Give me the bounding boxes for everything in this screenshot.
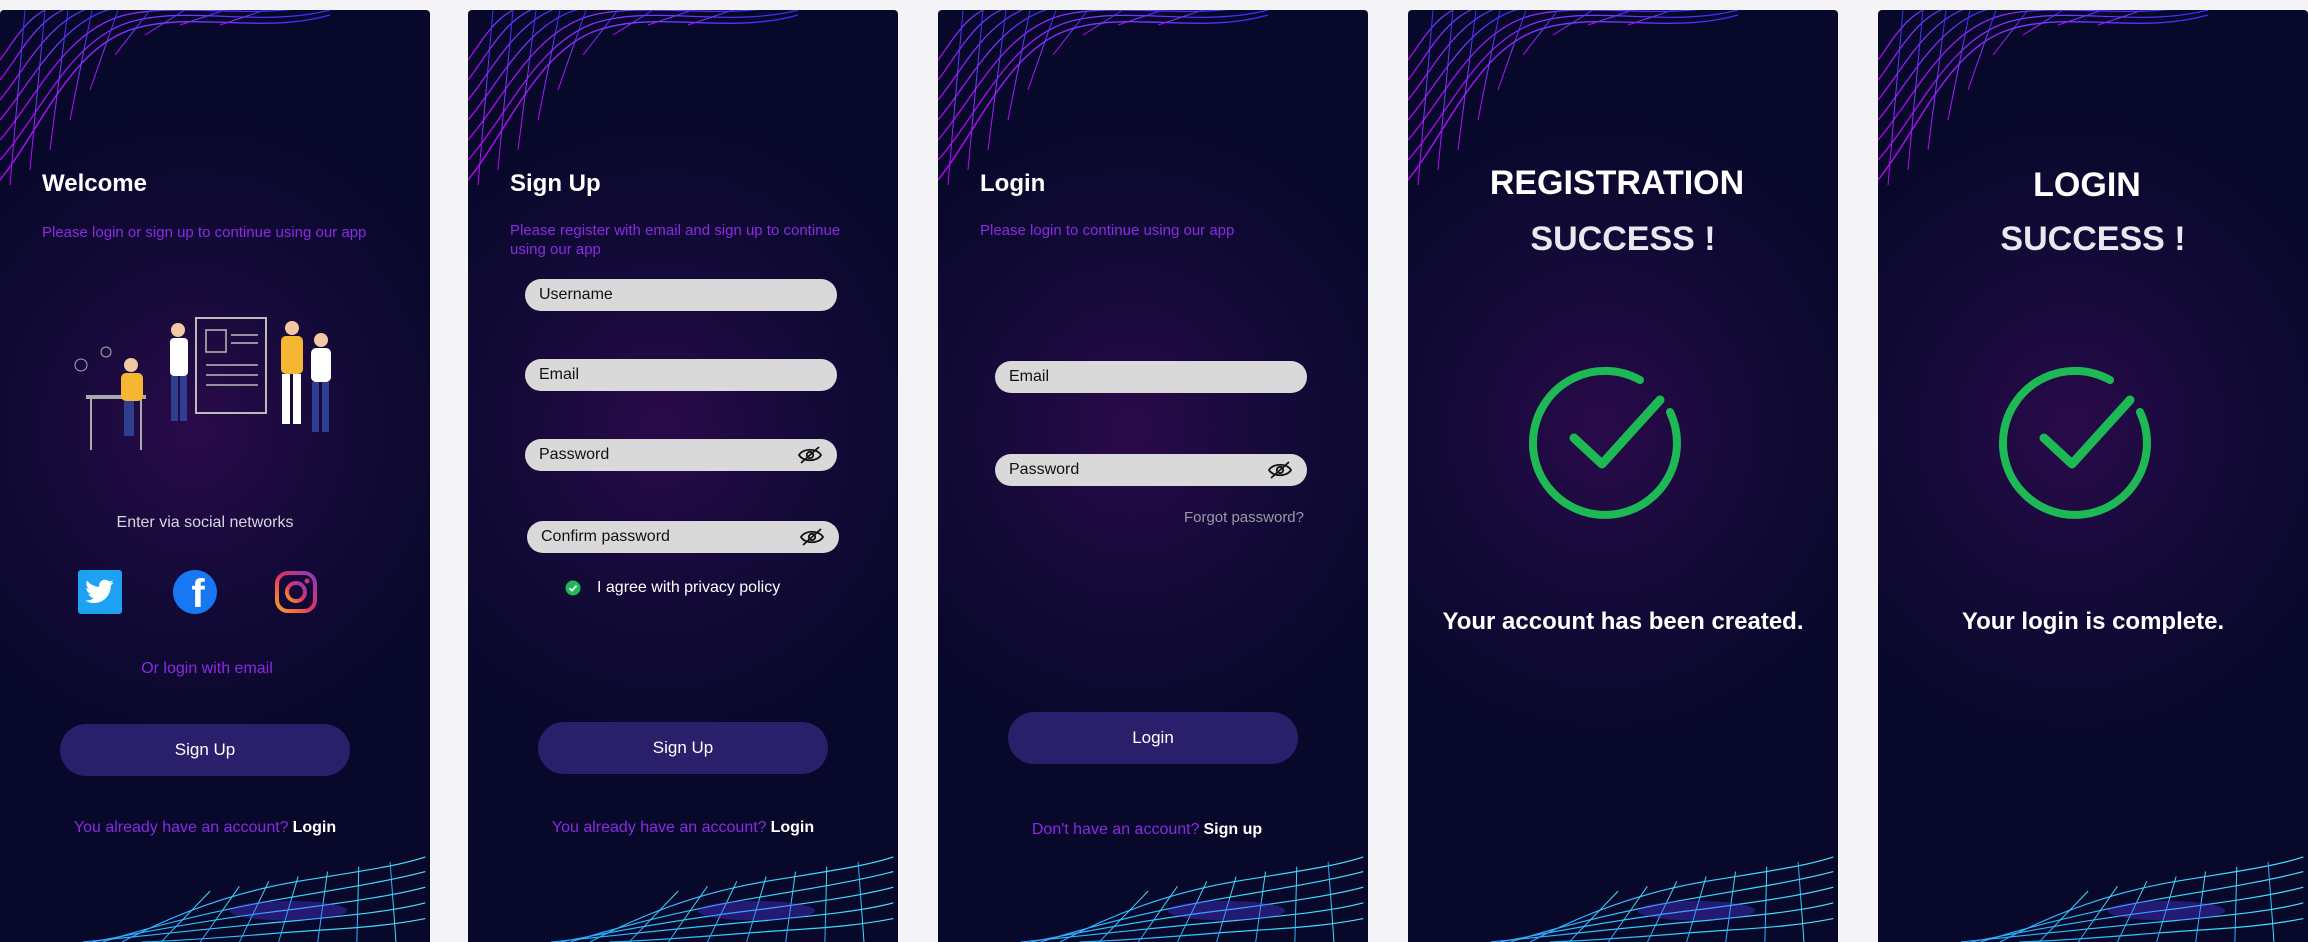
signup-screen: Sign Up Please register with email and s… <box>468 10 898 942</box>
page-title: Welcome <box>42 170 147 197</box>
success-message: Your login is complete. <box>1961 608 2225 635</box>
email-field[interactable]: Email <box>995 361 1307 393</box>
success-heading-line2: SUCCESS ! <box>2000 220 2186 258</box>
instagram-icon[interactable] <box>274 570 318 619</box>
email-field[interactable]: Email <box>525 359 837 391</box>
bottom-wave-decoration <box>550 856 894 942</box>
signup-link[interactable]: Sign up <box>1203 821 1262 838</box>
twitter-icon[interactable] <box>78 570 122 614</box>
social-label: Enter via social networks <box>116 514 294 531</box>
footer-question: You already have an account? <box>73 819 289 836</box>
page-title: Login <box>980 170 1046 197</box>
checkbox-checked-icon[interactable] <box>565 580 581 596</box>
hide-password-icon[interactable] <box>1267 460 1293 480</box>
footer-prompt: Don't have an account? Sign up <box>938 821 1362 839</box>
footer-prompt: You already have an account? Login <box>468 819 898 837</box>
page-subtitle: Please login or sign up to continue usin… <box>42 224 367 241</box>
footer-prompt: You already have an account? Login <box>0 819 420 837</box>
welcome-screen: Welcome Please login or sign up to conti… <box>0 10 430 942</box>
footer-question: Don't have an account? <box>1031 821 1200 838</box>
page-subtitle: Please login to continue using our app <box>980 222 1235 239</box>
forgot-password-link[interactable]: Forgot password? <box>1184 509 1304 526</box>
success-check-icon <box>1998 366 2151 519</box>
username-placeholder: Username <box>539 286 613 303</box>
password-placeholder: Password <box>539 446 610 463</box>
email-placeholder: Email <box>539 366 580 383</box>
success-heading-line1: LOGIN <box>2033 166 2141 204</box>
hide-password-icon[interactable] <box>799 527 825 547</box>
password-field[interactable]: Password <box>995 454 1307 486</box>
success-message: Your account has been created. <box>1442 608 1804 635</box>
signup-button[interactable]: Sign Up <box>538 722 828 774</box>
success-heading-line2: SUCCESS ! <box>1530 220 1716 258</box>
page-title: Sign Up <box>510 170 601 197</box>
privacy-label: I agree with privacy policy <box>597 579 781 596</box>
login-with-email-link[interactable]: Or login with email <box>0 660 414 678</box>
bottom-wave-decoration <box>1490 856 1834 942</box>
page-subtitle: Please register with email and sign up t… <box>510 222 841 258</box>
confirm-password-field[interactable]: Confirm password <box>527 521 839 553</box>
email-placeholder: Email <box>1009 368 1050 385</box>
login-link[interactable]: Login <box>293 819 337 836</box>
team-illustration <box>74 317 331 450</box>
password-placeholder: Password <box>1009 461 1080 478</box>
hide-password-icon[interactable] <box>797 445 823 465</box>
password-field[interactable]: Password <box>525 439 837 471</box>
top-wave-decoration <box>468 10 799 186</box>
bottom-wave-decoration <box>1960 856 2304 942</box>
registration-success-screen: REGISTRATION SUCCESS ! Your account has … <box>1408 10 1838 942</box>
bottom-wave-decoration <box>82 856 426 942</box>
top-wave-decoration <box>1408 10 1739 186</box>
login-screen: Login Please login to continue using our… <box>938 10 1368 942</box>
login-success-screen: LOGIN SUCCESS ! Your login is complete. <box>1878 10 2308 942</box>
top-wave-decoration <box>938 10 1269 186</box>
top-wave-decoration <box>0 10 331 186</box>
signup-button[interactable]: Sign Up <box>60 724 350 776</box>
success-heading-line1: REGISTRATION <box>1489 164 1745 202</box>
footer-question: You already have an account? <box>551 819 767 836</box>
privacy-agreement[interactable]: I agree with privacy policy <box>565 579 780 597</box>
login-button[interactable]: Login <box>1008 712 1298 764</box>
facebook-icon[interactable]: f <box>173 570 217 614</box>
confirm-password-placeholder: Confirm password <box>541 528 670 545</box>
success-check-icon <box>1528 366 1681 519</box>
login-link[interactable]: Login <box>771 819 815 836</box>
top-wave-decoration <box>1878 10 2209 186</box>
bottom-wave-decoration <box>1020 856 1364 942</box>
username-field[interactable]: Username <box>525 279 837 311</box>
